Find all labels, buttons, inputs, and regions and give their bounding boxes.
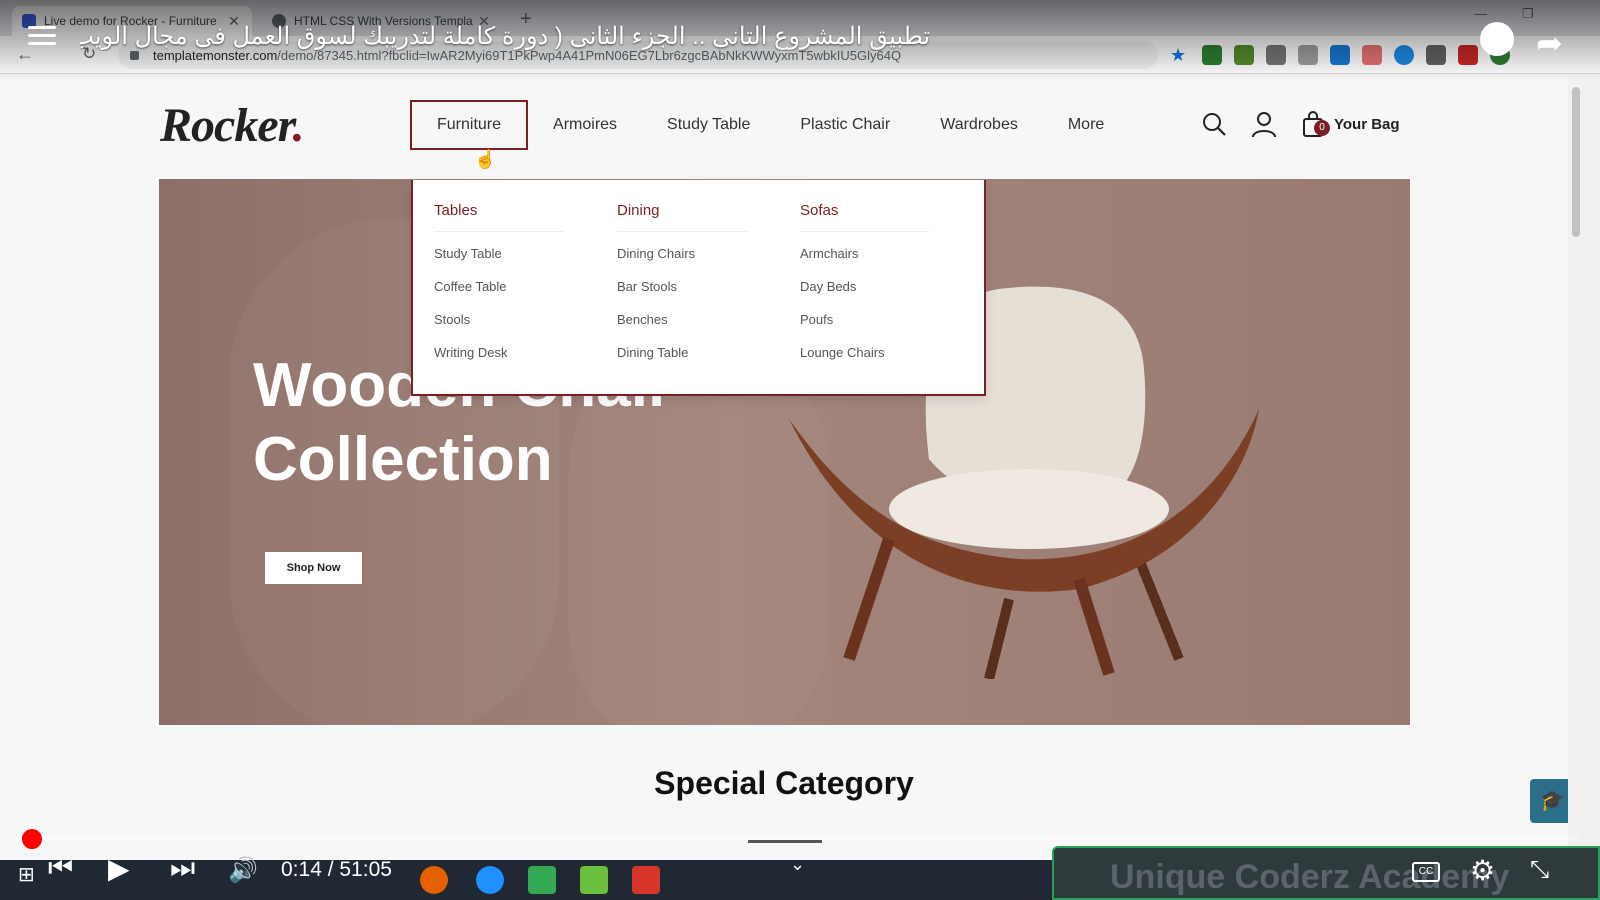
captions-icon[interactable]: CC [1412,862,1440,882]
extension-icons: ★ [1170,45,1510,65]
nav-item-wardrobes[interactable]: Wardrobes [915,100,1043,150]
furniture-mega-menu: Tables Study Table Coffee Table Stools W… [411,180,986,396]
app-icon[interactable] [528,866,556,894]
section-divider [748,840,822,843]
nav-item-furniture[interactable]: Furniture [410,100,529,150]
settings-icon[interactable]: ⚙ [1470,854,1495,887]
extension-icon[interactable] [1394,45,1414,65]
channel-watermark: Unique Coderz Academy [1110,858,1510,896]
cart-button[interactable]: 0 Your Bag [1300,110,1400,138]
nav-item-armoires[interactable]: Armoires [528,100,642,150]
grid-icon[interactable] [1426,45,1446,65]
volume-icon[interactable]: 🔊 [228,856,258,885]
website-viewport: Rocker. Furniture Armoires Study Table P… [0,75,1568,860]
mouse-pointer-icon: ☝ [474,149,497,169]
progress-scrubber-handle[interactable] [22,829,42,849]
logo-text: Rocker [160,99,294,152]
video-time: 0:14 / 51:05 [281,858,392,881]
scrollbar-thumb[interactable] [1572,87,1580,237]
camera-icon[interactable] [1298,45,1318,65]
section-title: Special Category [654,765,914,801]
lock-icon [130,50,139,60]
header-actions: 0 Your Bag [1200,110,1400,138]
search-icon[interactable] [1200,110,1228,138]
download-icon[interactable] [1330,45,1350,65]
mega-menu-link[interactable]: Stools [434,312,564,345]
nav-item-more[interactable]: More [1043,100,1129,150]
mega-menu-column-sofas: Sofas Armchairs Day Beds Poufs Lounge Ch… [800,202,930,378]
nav-item-plastic-chair[interactable]: Plastic Chair [775,100,915,150]
video-title[interactable]: تطبيق المشروع التانى .. الجزء الثانى ( د… [80,22,930,51]
restore-icon[interactable]: ❐ [1522,6,1534,22]
page-scrollbar[interactable] [1568,75,1600,860]
mega-menu-link[interactable]: Study Table [434,246,564,279]
windows-start-icon[interactable]: ⊞ [18,862,35,887]
next-icon[interactable]: ⏭ [170,852,195,885]
bag-icon: 0 [1300,110,1330,138]
eyedropper-icon[interactable] [1266,45,1286,65]
mega-menu-heading[interactable]: Tables [434,202,564,232]
mega-menu-link[interactable]: Benches [617,312,747,345]
watch-later-icon[interactable] [1480,22,1514,56]
mega-menu-link[interactable]: Writing Desk [434,345,564,378]
mega-menu-link[interactable]: Day Beds [800,279,930,312]
previous-icon[interactable]: ⏮ [48,852,73,885]
bookmark-star-icon[interactable]: ★ [1170,45,1190,65]
chevron-down-icon[interactable]: ⌄ [790,854,805,875]
mega-menu-link[interactable]: Lounge Chairs [800,345,930,378]
shop-now-button[interactable]: Shop Now [265,552,362,584]
mega-menu-heading[interactable]: Sofas [800,202,930,232]
app-icon[interactable] [632,866,660,894]
cart-label: Your Bag [1334,115,1400,133]
mega-menu-link[interactable]: Armchairs [800,246,930,279]
mega-menu-column-tables: Tables Study Table Coffee Table Stools W… [434,202,564,378]
mega-menu-link[interactable]: Dining Table [617,345,747,378]
main-nav: Furniture Armoires Study Table Plastic C… [410,100,1129,150]
hero-title-line: Collection [253,425,553,494]
mega-menu-link[interactable]: Poufs [800,312,930,345]
logo-dot: . [292,99,305,152]
play-icon[interactable]: ▶ [108,852,130,885]
extension-icon[interactable] [1458,45,1478,65]
cart-count-badge: 0 [1314,120,1330,136]
site-logo[interactable]: Rocker. [160,98,305,153]
mega-menu-link[interactable]: Coffee Table [434,279,564,312]
minimize-icon[interactable]: — [1474,6,1487,21]
share-icon[interactable]: ➦ [1536,24,1563,62]
video-progress-bar[interactable] [22,836,1578,840]
mega-menu-heading[interactable]: Dining [617,202,747,232]
firefox-icon[interactable] [420,866,448,894]
edge-icon[interactable] [476,866,504,894]
exit-fullscreen-icon[interactable]: ⤡ [1530,856,1549,884]
app-icon[interactable] [580,866,608,894]
playlist-menu-icon[interactable] [28,26,56,48]
mega-menu-column-dining: Dining Dining Chairs Bar Stools Benches … [617,202,747,378]
extension-icon[interactable] [1362,45,1382,65]
mega-menu-link[interactable]: Bar Stools [617,279,747,312]
extension-icon[interactable] [1234,45,1254,65]
nav-item-study-table[interactable]: Study Table [642,100,775,150]
floating-help-button[interactable]: 🎓 [1530,779,1568,823]
user-icon[interactable] [1250,110,1278,138]
extension-icon[interactable] [1202,45,1222,65]
mega-menu-link[interactable]: Dining Chairs [617,246,747,279]
